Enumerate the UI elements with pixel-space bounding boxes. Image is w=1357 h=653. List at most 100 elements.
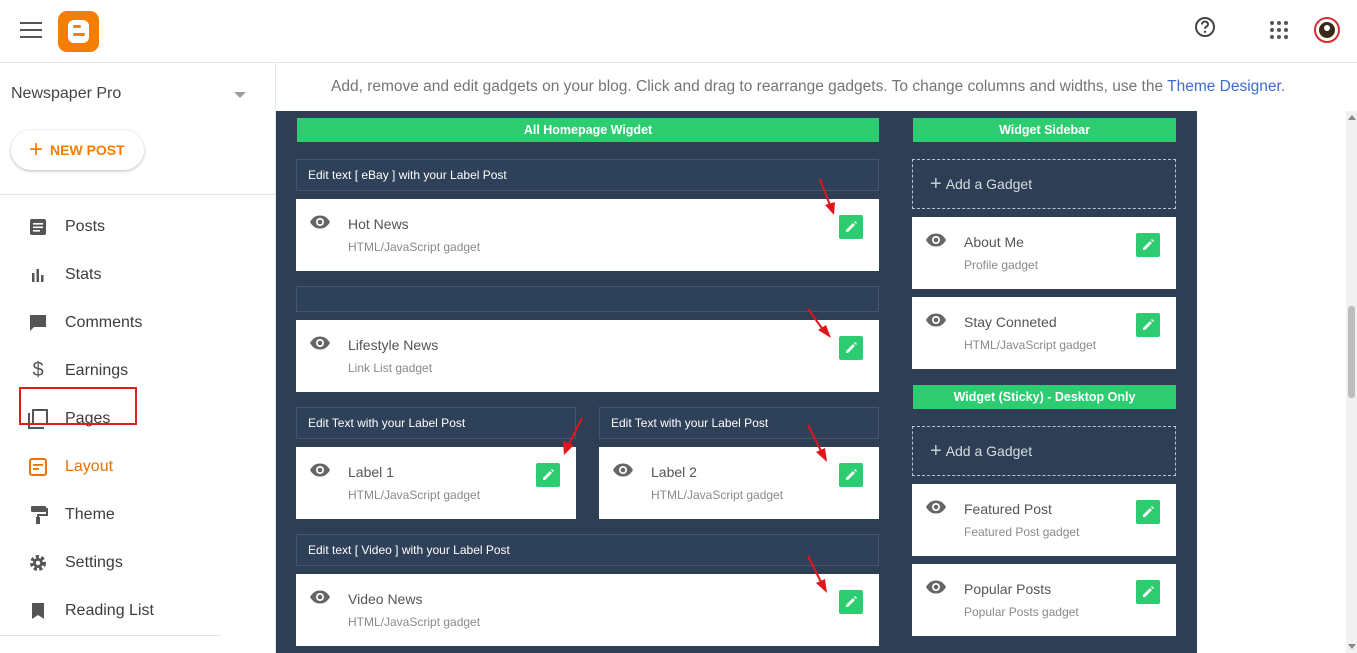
edit-pencil-icon[interactable] [1136, 580, 1160, 604]
section-header-video: Edit text [ Video ] with your Label Post [296, 534, 879, 566]
gadget-type: HTML/JavaScript gadget [964, 338, 1097, 352]
eye-icon[interactable] [309, 590, 331, 604]
info-text: Add, remove and edit gadgets on your blo… [331, 78, 1164, 95]
sidebar-item-label: Earnings [65, 362, 129, 379]
add-gadget-label: Add a Gadget [945, 443, 1033, 459]
bookmark-icon [28, 601, 48, 621]
eye-icon[interactable] [925, 233, 947, 247]
gadget-type: HTML/JavaScript gadget [651, 488, 784, 502]
gadget-label-1[interactable]: Label 1 HTML/JavaScript gadget [296, 447, 576, 519]
edit-pencil-icon[interactable] [1136, 500, 1160, 524]
gadget-title: Featured Post [964, 501, 1052, 517]
vertical-scrollbar[interactable] [1346, 111, 1357, 653]
edit-pencil-icon[interactable] [1136, 233, 1160, 257]
gadget-popular-posts[interactable]: Popular Posts Popular Posts gadget [912, 564, 1176, 636]
eye-icon[interactable] [925, 500, 947, 514]
gadget-title: Hot News [348, 216, 409, 232]
eye-icon[interactable] [925, 313, 947, 327]
layout-main: Add, remove and edit gadgets on your blo… [276, 63, 1357, 653]
sidebar-item-label: Layout [65, 458, 114, 475]
edit-pencil-icon[interactable] [1136, 313, 1160, 337]
red-arrow-annotation [807, 424, 827, 462]
gadget-title: About Me [964, 234, 1024, 250]
edit-pencil-icon[interactable] [839, 590, 863, 614]
gadget-type: Link List gadget [348, 361, 433, 375]
add-gadget-button[interactable]: + Add a Gadget [912, 159, 1176, 209]
left-sidebar: Newspaper Pro + NEW POST Posts Stats Com… [0, 63, 276, 653]
sidebar-item-settings[interactable]: Settings [0, 539, 276, 587]
homepage-widget-title: All Homepage Wigdet [297, 118, 879, 142]
scroll-down-icon[interactable] [1348, 644, 1356, 649]
sidebar-item-theme[interactable]: Theme [0, 491, 276, 539]
edit-pencil-icon[interactable] [536, 463, 560, 487]
gadget-title: Stay Conneted [964, 314, 1057, 330]
sidebar-item-label: Comments [65, 314, 143, 331]
help-circle-icon[interactable] [1194, 16, 1216, 43]
eye-icon[interactable] [612, 463, 634, 477]
red-arrow-annotation [807, 308, 831, 338]
gadget-label-2[interactable]: Label 2 HTML/JavaScript gadget [599, 447, 879, 519]
top-app-bar [0, 0, 1357, 63]
sidebar-item-label: Settings [65, 554, 123, 571]
gadget-title: Popular Posts [964, 581, 1052, 597]
posts-icon [28, 217, 48, 237]
gear-icon [28, 553, 48, 573]
sidebar-item-label: Posts [65, 218, 106, 235]
layout-info-text: Add, remove and edit gadgets on your blo… [331, 78, 1285, 96]
gadget-about-me[interactable]: About Me Profile gadget [912, 217, 1176, 289]
gadget-title: Lifestyle News [348, 337, 439, 353]
gadget-type: HTML/JavaScript gadget [348, 615, 481, 629]
add-gadget-button[interactable]: + Add a Gadget [912, 426, 1176, 476]
sidebar-item-label: Theme [65, 506, 115, 523]
gadget-stay-connected[interactable]: Stay Conneted HTML/JavaScript gadget [912, 297, 1176, 369]
scroll-up-icon[interactable] [1348, 115, 1356, 120]
red-arrow-annotation [563, 417, 583, 455]
layout-highlight-box [19, 387, 137, 425]
eye-icon[interactable] [925, 580, 947, 594]
sidebar-item-reading-list[interactable]: Reading List [0, 587, 276, 635]
sidebar-item-label: Stats [65, 266, 102, 283]
gadget-type: HTML/JavaScript gadget [348, 488, 481, 502]
add-gadget-label: Add a Gadget [945, 176, 1033, 192]
gadget-type: Popular Posts gadget [964, 605, 1079, 619]
eye-icon[interactable] [309, 336, 331, 350]
stats-icon [28, 265, 48, 285]
new-post-button[interactable]: + NEW POST [11, 130, 144, 170]
hamburger-icon[interactable] [20, 22, 42, 40]
sidebar-item-comments[interactable]: Comments [0, 299, 276, 347]
divider [0, 194, 276, 195]
plus-icon: + [29, 136, 44, 163]
scrollbar-thumb[interactable] [1348, 306, 1355, 398]
layout-canvas: All Homepage Wigdet Edit text [ eBay ] w… [276, 111, 1197, 653]
layout-icon [28, 457, 48, 477]
gadget-video-news[interactable]: Video News HTML/JavaScript gadget [296, 574, 879, 646]
plus-icon: + [930, 440, 942, 462]
gadget-featured-post[interactable]: Featured Post Featured Post gadget [912, 484, 1176, 556]
info-end: . [1280, 78, 1286, 95]
eye-icon[interactable] [309, 215, 331, 229]
blog-selector[interactable]: Newspaper Pro [11, 85, 121, 103]
gadget-title: Label 2 [651, 464, 697, 480]
blogger-logo[interactable] [58, 11, 99, 52]
edit-pencil-icon[interactable] [839, 336, 863, 360]
sidebar-item-posts[interactable]: Posts [0, 203, 276, 251]
section-header-empty [296, 286, 879, 312]
sidebar-item-label: Reading List [65, 602, 154, 619]
red-arrow-annotation [819, 178, 835, 215]
sidebar-item-stats[interactable]: Stats [0, 251, 276, 299]
chevron-down-icon[interactable] [234, 92, 246, 98]
section-header-ebay: Edit text [ eBay ] with your Label Post [296, 159, 879, 191]
gadget-lifestyle-news[interactable]: Lifestyle News Link List gadget [296, 320, 879, 392]
sticky-widget-title: Widget (Sticky) - Desktop Only [913, 385, 1176, 409]
gadget-hot-news[interactable]: Hot News HTML/JavaScript gadget [296, 199, 879, 271]
plus-icon: + [930, 173, 942, 195]
sidebar-item-layout[interactable]: Layout [0, 443, 276, 491]
eye-icon[interactable] [309, 463, 331, 477]
new-post-label: NEW POST [50, 142, 125, 158]
theme-designer-link[interactable]: Theme Designer [1167, 78, 1281, 95]
apps-grid-icon[interactable] [1270, 21, 1288, 44]
user-avatar[interactable] [1314, 17, 1340, 48]
dollar-icon: $ [32, 359, 44, 381]
gadget-title: Video News [348, 591, 423, 607]
edit-pencil-icon[interactable] [839, 463, 863, 487]
